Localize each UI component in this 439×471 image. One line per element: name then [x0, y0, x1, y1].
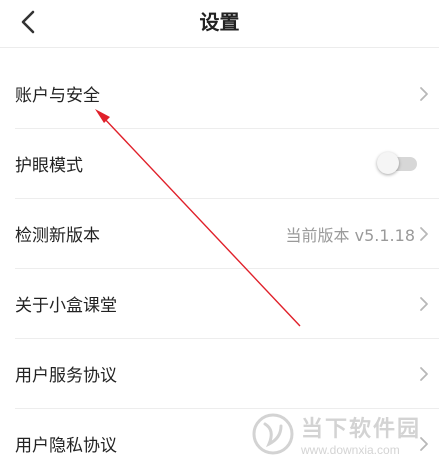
settings-item-about[interactable]: 关于小盒课堂 [15, 269, 439, 339]
settings-item-account-security[interactable]: 账户与安全 [15, 59, 439, 129]
settings-item-check-update[interactable]: 检测新版本 当前版本 v5.1.18 [15, 199, 439, 269]
chevron-right-icon [419, 86, 429, 102]
page-title: 设置 [199, 10, 240, 34]
settings-item-label: 关于小盒课堂 [15, 296, 117, 316]
settings-list: 账户与安全 护眼模式 检测新版本 当前版本 v5.1.18 关于小盒课堂 用户服… [0, 59, 439, 471]
chevron-right-icon [419, 296, 429, 312]
settings-item-label: 账户与安全 [15, 86, 100, 106]
settings-item-service-agreement[interactable]: 用户服务协议 [15, 339, 439, 409]
settings-item-privacy-agreement[interactable]: 用户隐私协议 [15, 409, 439, 471]
toggle-knob [377, 152, 399, 174]
chevron-right-icon [419, 366, 429, 382]
chevron-right-icon [419, 226, 429, 242]
settings-item-label: 护眼模式 [15, 156, 83, 176]
nav-bar: 设置 [0, 0, 439, 48]
settings-item-eye-protection: 护眼模式 [15, 129, 439, 199]
current-version-value: 当前版本 v5.1.18 [285, 225, 415, 245]
eye-protection-toggle[interactable] [377, 152, 417, 174]
settings-item-label: 用户隐私协议 [15, 436, 117, 456]
settings-item-label: 检测新版本 [15, 226, 100, 246]
chevron-right-icon [419, 436, 429, 452]
settings-item-label: 用户服务协议 [15, 366, 117, 386]
